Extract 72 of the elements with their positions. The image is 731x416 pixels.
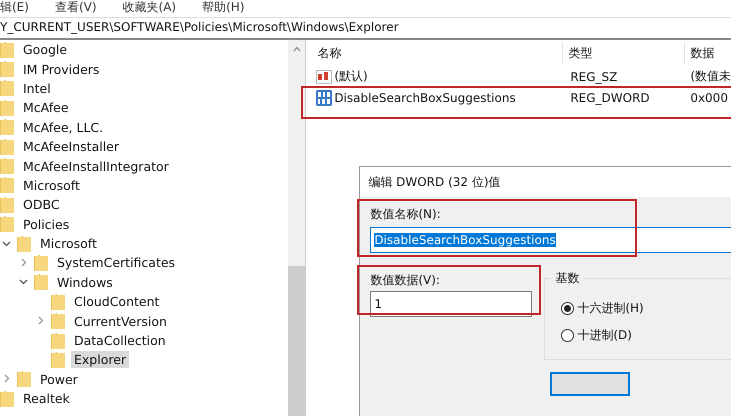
- folder-icon: [17, 236, 31, 252]
- column-header[interactable]: 数据: [685, 42, 731, 64]
- tree-item[interactable]: Windows: [54, 274, 116, 291]
- dialog-button[interactable]: [550, 372, 630, 396]
- folder-icon: [0, 390, 14, 407]
- tree-item[interactable]: DataCollection: [71, 332, 169, 350]
- value-data-field[interactable]: 1: [370, 291, 532, 317]
- folder-icon: [17, 371, 31, 388]
- string-value-icon: [316, 70, 332, 84]
- column-header[interactable]: 类型: [563, 42, 686, 64]
- tree-item[interactable]: McAfeeInstaller: [20, 138, 122, 156]
- folder-icon: [51, 332, 65, 349]
- folder-icon: [0, 100, 14, 116]
- group-title: 基数: [551, 270, 584, 287]
- folder-icon: [51, 352, 65, 368]
- field-label: 数值数据(V):: [370, 272, 441, 289]
- folder-icon: [51, 294, 65, 310]
- folder-icon: [0, 177, 14, 194]
- folder-icon: [34, 274, 48, 290]
- menu-item[interactable]: 辑(E): [0, 0, 29, 16]
- value-name[interactable]: (默认): [334, 68, 368, 85]
- folder-icon: [0, 216, 14, 232]
- value-name[interactable]: DisableSearchBoxSuggestions: [334, 90, 516, 104]
- radio-button[interactable]: [561, 329, 574, 342]
- radio-label: 十进制(D): [577, 327, 632, 344]
- folder-icon: [0, 61, 14, 78]
- field-label: 数值名称(N):: [370, 206, 442, 223]
- address-bar[interactable]: Y_CURRENT_USER\SOFTWARE\Policies\Microsoft\Windows\Explorer: [0, 17, 731, 40]
- value-data: 0x000: [689, 90, 729, 104]
- menu-item[interactable]: 帮助(H): [202, 0, 244, 16]
- chevron-right-icon[interactable]: [19, 258, 28, 267]
- tree-item[interactable]: CurrentVersion: [71, 312, 170, 330]
- column-header[interactable]: 名称: [312, 42, 564, 64]
- scroll-up-icon[interactable]: [292, 46, 301, 52]
- tree-item[interactable]: McAfee: [20, 99, 72, 116]
- scrollbar[interactable]: [288, 40, 306, 416]
- folder-icon: [0, 42, 14, 58]
- tree-item[interactable]: Realtek: [20, 390, 73, 408]
- value-name-field[interactable]: DisableSearchBoxSuggestions: [370, 227, 731, 253]
- tree-item[interactable]: McAfeeInstallIntegrator: [20, 158, 172, 175]
- folder-icon: [0, 196, 14, 213]
- tree-item[interactable]: IM Providers: [20, 60, 102, 78]
- folder-icon: [0, 138, 14, 155]
- folder-icon: [0, 158, 14, 174]
- tree-item[interactable]: Power: [37, 370, 81, 388]
- tree-item[interactable]: Microsoft: [37, 235, 100, 252]
- tree-item[interactable]: Policies: [20, 216, 72, 233]
- folder-icon: [34, 254, 48, 271]
- dialog-title: 编辑 DWORD (32 位)值: [360, 167, 731, 197]
- folder-icon: [0, 119, 14, 136]
- chevron-right-icon[interactable]: [2, 374, 11, 384]
- folder-icon: [0, 80, 14, 96]
- value-data: (数值未: [689, 68, 731, 85]
- value-type: REG_SZ: [569, 70, 618, 84]
- tree-item[interactable]: Explorer: [71, 351, 130, 368]
- chevron-right-icon[interactable]: [36, 316, 45, 326]
- chevron-down-icon[interactable]: [2, 238, 11, 248]
- value-type: REG_DWORD: [569, 90, 651, 104]
- folder-icon: [51, 313, 65, 330]
- tree-item[interactable]: SystemCertificates: [54, 254, 178, 272]
- chevron-down-icon[interactable]: [19, 277, 28, 286]
- tree-item[interactable]: Intel: [20, 80, 54, 97]
- menu-item[interactable]: 查看(V): [54, 0, 97, 16]
- tree-item[interactable]: Google: [20, 41, 70, 58]
- tree-item[interactable]: Microsoft: [20, 176, 83, 194]
- radio-label: 十六进制(H): [577, 300, 644, 317]
- tree-item[interactable]: McAfee, LLC.: [20, 118, 106, 136]
- radio-button[interactable]: [561, 302, 574, 315]
- binary-value-icon: [316, 90, 332, 106]
- menu-item[interactable]: 收藏夹(A): [122, 0, 176, 16]
- tree-item[interactable]: ODBC: [20, 196, 63, 214]
- tree-item[interactable]: CloudContent: [71, 293, 162, 310]
